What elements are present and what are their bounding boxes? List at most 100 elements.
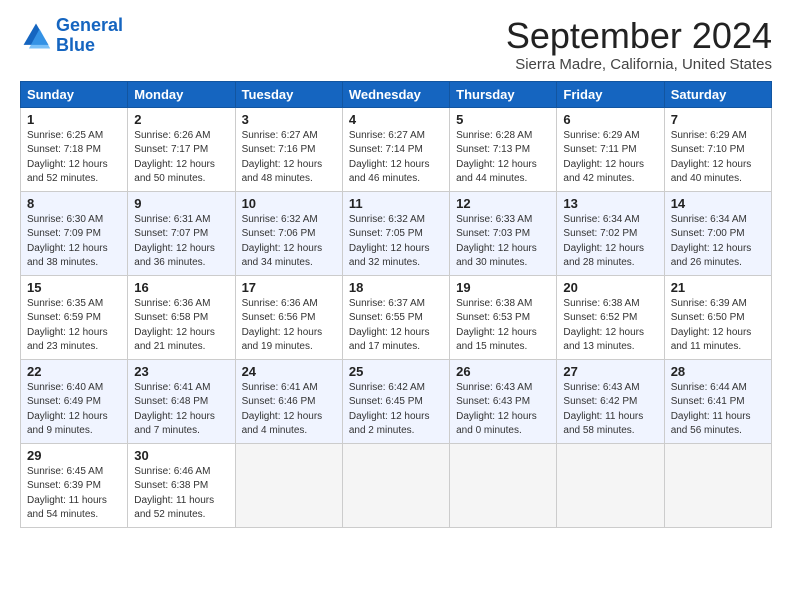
day-number: 13 xyxy=(563,196,657,211)
table-row: 16 Sunrise: 6:36 AMSunset: 6:58 PMDayligh… xyxy=(128,275,235,359)
table-row xyxy=(557,443,664,527)
table-row: 13 Sunrise: 6:34 AMSunset: 7:02 PMDayligh… xyxy=(557,191,664,275)
table-row: 26 Sunrise: 6:43 AMSunset: 6:43 PMDayligh… xyxy=(450,359,557,443)
table-row: 7Sunrise: 6:29 AMSunset: 7:10 PMDaylight… xyxy=(664,107,771,191)
table-row: 2 Sunrise: 6:26 AMSunset: 7:17 PMDaylight… xyxy=(128,107,235,191)
col-tuesday: Tuesday xyxy=(235,81,342,107)
day-info: Sunrise: 6:43 AMSunset: 6:43 PMDaylight:… xyxy=(456,381,550,439)
day-info: Sunrise: 6:45 AMSunset: 6:39 PMDaylight:… xyxy=(27,465,121,523)
day-info: Sunrise: 6:26 AMSunset: 7:17 PMDaylight:… xyxy=(134,129,228,187)
day-number: 25 xyxy=(349,364,443,379)
day-info: Sunrise: 6:33 AMSunset: 7:03 PMDaylight:… xyxy=(456,213,550,271)
logo: General Blue xyxy=(20,16,123,56)
day-number: 28 xyxy=(671,364,765,379)
table-row: 28Sunrise: 6:44 AMSunset: 6:41 PMDayligh… xyxy=(664,359,771,443)
table-row: 30Sunrise: 6:46 AMSunset: 6:38 PMDayligh… xyxy=(128,443,235,527)
page-container: General Blue September 2024 Sierra Madre… xyxy=(0,0,792,538)
day-number: 19 xyxy=(456,280,550,295)
day-info: Sunrise: 6:32 AMSunset: 7:06 PMDaylight:… xyxy=(242,213,336,271)
table-row: 6 Sunrise: 6:29 AMSunset: 7:11 PMDaylight… xyxy=(557,107,664,191)
day-number: 8 xyxy=(27,196,121,211)
col-monday: Monday xyxy=(128,81,235,107)
day-number: 11 xyxy=(349,196,443,211)
table-row xyxy=(235,443,342,527)
day-info: Sunrise: 6:29 AMSunset: 7:10 PMDaylight:… xyxy=(671,129,765,187)
day-info: Sunrise: 6:32 AMSunset: 7:05 PMDaylight:… xyxy=(349,213,443,271)
day-number: 14 xyxy=(671,196,765,211)
day-info: Sunrise: 6:34 AMSunset: 7:00 PMDaylight:… xyxy=(671,213,765,271)
day-number: 18 xyxy=(349,280,443,295)
day-number: 20 xyxy=(563,280,657,295)
table-row: 12 Sunrise: 6:33 AMSunset: 7:03 PMDayligh… xyxy=(450,191,557,275)
month-title: September 2024 xyxy=(506,16,772,56)
col-wednesday: Wednesday xyxy=(342,81,449,107)
day-info: Sunrise: 6:31 AMSunset: 7:07 PMDaylight:… xyxy=(134,213,228,271)
day-number: 17 xyxy=(242,280,336,295)
day-number: 6 xyxy=(563,112,657,127)
table-row: 3Sunrise: 6:27 AMSunset: 7:16 PMDaylight… xyxy=(235,107,342,191)
day-info: Sunrise: 6:27 AMSunset: 7:16 PMDaylight:… xyxy=(242,129,336,187)
day-info: Sunrise: 6:28 AMSunset: 7:13 PMDaylight:… xyxy=(456,129,550,187)
day-info: Sunrise: 6:38 AMSunset: 6:53 PMDaylight:… xyxy=(456,297,550,355)
day-info: Sunrise: 6:36 AMSunset: 6:56 PMDaylight:… xyxy=(242,297,336,355)
table-row: 29 Sunrise: 6:45 AMSunset: 6:39 PMDayligh… xyxy=(21,443,128,527)
day-number: 4 xyxy=(349,112,443,127)
table-row: 23Sunrise: 6:41 AMSunset: 6:48 PMDayligh… xyxy=(128,359,235,443)
table-row: 19 Sunrise: 6:38 AMSunset: 6:53 PMDayligh… xyxy=(450,275,557,359)
day-number: 15 xyxy=(27,280,121,295)
day-number: 1 xyxy=(27,112,121,127)
table-row: 22 Sunrise: 6:40 AMSunset: 6:49 PMDayligh… xyxy=(21,359,128,443)
table-row: 25 Sunrise: 6:42 AMSunset: 6:45 PMDayligh… xyxy=(342,359,449,443)
table-row: 4 Sunrise: 6:27 AMSunset: 7:14 PMDaylight… xyxy=(342,107,449,191)
table-row: 17 Sunrise: 6:36 AMSunset: 6:56 PMDayligh… xyxy=(235,275,342,359)
calendar-week-3: 15 Sunrise: 6:35 AMSunset: 6:59 PMDayligh… xyxy=(21,275,772,359)
day-number: 23 xyxy=(134,364,228,379)
day-info: Sunrise: 6:35 AMSunset: 6:59 PMDaylight:… xyxy=(27,297,121,355)
table-row: 11 Sunrise: 6:32 AMSunset: 7:05 PMDayligh… xyxy=(342,191,449,275)
table-row: 10 Sunrise: 6:32 AMSunset: 7:06 PMDayligh… xyxy=(235,191,342,275)
table-row: 8 Sunrise: 6:30 AMSunset: 7:09 PMDaylight… xyxy=(21,191,128,275)
header-row: Sunday Monday Tuesday Wednesday Thursday… xyxy=(21,81,772,107)
day-number: 24 xyxy=(242,364,336,379)
day-number: 22 xyxy=(27,364,121,379)
day-number: 10 xyxy=(242,196,336,211)
col-friday: Friday xyxy=(557,81,664,107)
col-saturday: Saturday xyxy=(664,81,771,107)
table-row: 9 Sunrise: 6:31 AMSunset: 7:07 PMDaylight… xyxy=(128,191,235,275)
logo-text: General Blue xyxy=(56,16,123,56)
day-number: 30 xyxy=(134,448,228,463)
day-number: 2 xyxy=(134,112,228,127)
header: General Blue September 2024 Sierra Madre… xyxy=(20,16,772,73)
location: Sierra Madre, California, United States xyxy=(506,56,772,73)
logo-line1: General xyxy=(56,15,123,35)
logo-line2: Blue xyxy=(56,35,95,55)
calendar-week-2: 8 Sunrise: 6:30 AMSunset: 7:09 PMDaylight… xyxy=(21,191,772,275)
col-sunday: Sunday xyxy=(21,81,128,107)
col-thursday: Thursday xyxy=(450,81,557,107)
table-row: 5Sunrise: 6:28 AMSunset: 7:13 PMDaylight… xyxy=(450,107,557,191)
table-row: 27Sunrise: 6:43 AMSunset: 6:42 PMDayligh… xyxy=(557,359,664,443)
table-row: 15 Sunrise: 6:35 AMSunset: 6:59 PMDayligh… xyxy=(21,275,128,359)
day-info: Sunrise: 6:36 AMSunset: 6:58 PMDaylight:… xyxy=(134,297,228,355)
day-info: Sunrise: 6:40 AMSunset: 6:49 PMDaylight:… xyxy=(27,381,121,439)
table-row: 20 Sunrise: 6:38 AMSunset: 6:52 PMDayligh… xyxy=(557,275,664,359)
day-number: 21 xyxy=(671,280,765,295)
day-number: 26 xyxy=(456,364,550,379)
title-block: September 2024 Sierra Madre, California,… xyxy=(506,16,772,73)
day-info: Sunrise: 6:38 AMSunset: 6:52 PMDaylight:… xyxy=(563,297,657,355)
calendar-table: Sunday Monday Tuesday Wednesday Thursday… xyxy=(20,81,772,528)
day-info: Sunrise: 6:42 AMSunset: 6:45 PMDaylight:… xyxy=(349,381,443,439)
calendar-week-1: 1Sunrise: 6:25 AMSunset: 7:18 PMDaylight… xyxy=(21,107,772,191)
day-number: 9 xyxy=(134,196,228,211)
day-info: Sunrise: 6:27 AMSunset: 7:14 PMDaylight:… xyxy=(349,129,443,187)
day-info: Sunrise: 6:30 AMSunset: 7:09 PMDaylight:… xyxy=(27,213,121,271)
day-number: 12 xyxy=(456,196,550,211)
day-number: 16 xyxy=(134,280,228,295)
day-info: Sunrise: 6:41 AMSunset: 6:46 PMDaylight:… xyxy=(242,381,336,439)
day-info: Sunrise: 6:34 AMSunset: 7:02 PMDaylight:… xyxy=(563,213,657,271)
day-number: 29 xyxy=(27,448,121,463)
table-row: 14 Sunrise: 6:34 AMSunset: 7:00 PMDayligh… xyxy=(664,191,771,275)
calendar-week-4: 22 Sunrise: 6:40 AMSunset: 6:49 PMDayligh… xyxy=(21,359,772,443)
day-info: Sunrise: 6:29 AMSunset: 7:11 PMDaylight:… xyxy=(563,129,657,187)
table-row: 24 Sunrise: 6:41 AMSunset: 6:46 PMDayligh… xyxy=(235,359,342,443)
